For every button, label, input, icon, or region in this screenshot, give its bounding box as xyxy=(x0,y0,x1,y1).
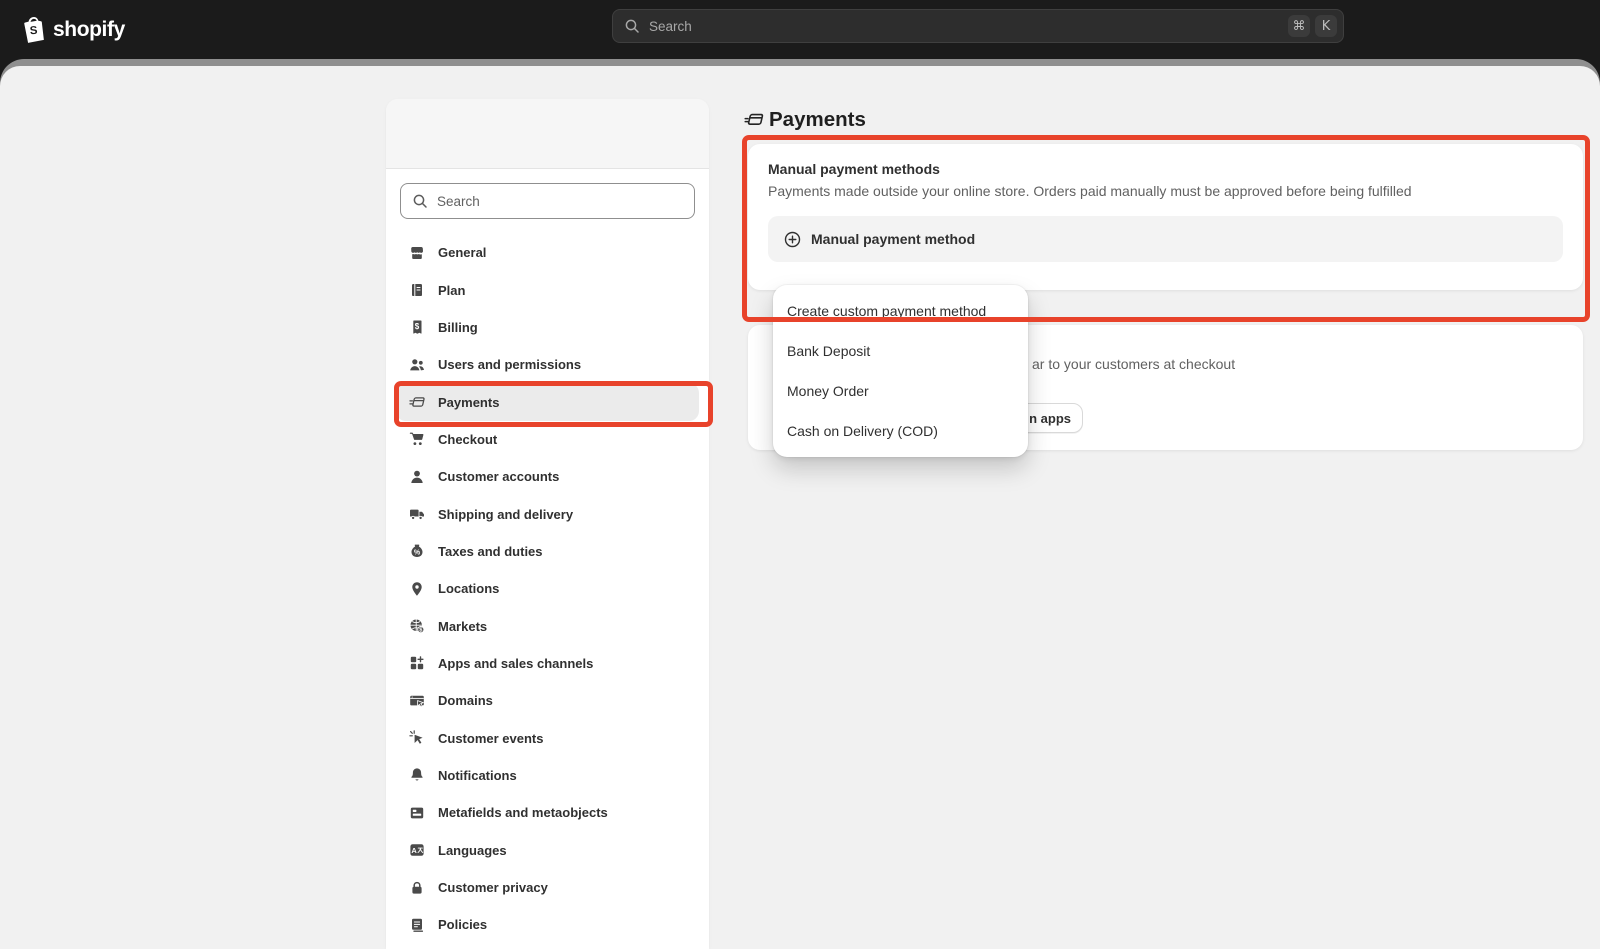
settings-nav: General Plan $ Billing Users and permissions… xyxy=(386,234,709,944)
sidebar-item-notifications[interactable]: Notifications xyxy=(396,757,699,794)
shopify-bag-icon: S xyxy=(22,16,46,43)
manual-payment-methods-description: Payments made outside your online store.… xyxy=(768,183,1563,199)
k-key-badge: K xyxy=(1315,15,1337,37)
sidebar-item-label: Markets xyxy=(438,619,487,634)
sidebar-item-label: Customer events xyxy=(438,731,543,746)
svg-text:%: % xyxy=(414,550,421,557)
manual-payment-method-button[interactable]: Manual payment method xyxy=(768,216,1563,262)
manual-payment-methods-card: Manual payment methods Payments made out… xyxy=(748,144,1583,290)
sidebar-search-input[interactable]: Search xyxy=(400,183,695,219)
sidebar-item-label: Payments xyxy=(438,395,499,410)
cursor-spark-icon xyxy=(409,730,425,746)
global-search-placeholder: Search xyxy=(649,19,692,34)
sidebar-header xyxy=(386,99,709,169)
sidebar-item-payments[interactable]: Payments xyxy=(396,383,699,420)
truck-icon xyxy=(409,506,425,522)
policies-icon xyxy=(409,917,425,933)
sidebar-item-label: Customer accounts xyxy=(438,469,559,484)
metafields-icon xyxy=(409,805,425,821)
search-icon xyxy=(412,193,428,209)
search-icon xyxy=(624,18,640,34)
sidebar-item-label: General xyxy=(438,245,486,260)
sidebar-search-placeholder: Search xyxy=(437,194,480,209)
lock-icon xyxy=(409,880,425,896)
sidebar-item-label: Billing xyxy=(438,320,478,335)
page-title-row: Payments xyxy=(744,108,866,132)
sidebar-item-customer-events[interactable]: Customer events xyxy=(396,719,699,756)
dropdown-item-cash-on-delivery-cod[interactable]: Cash on Delivery (COD) xyxy=(773,411,1028,451)
store-icon xyxy=(409,245,425,261)
plan-icon xyxy=(409,282,425,298)
sidebar-item-label: Customer privacy xyxy=(438,880,548,895)
bell-icon xyxy=(409,767,425,783)
svg-text:S: S xyxy=(29,25,38,38)
svg-text:A: A xyxy=(411,846,417,855)
apps-icon xyxy=(409,655,425,671)
sidebar-item-label: Domains xyxy=(438,693,493,708)
sidebar-item-languages[interactable]: A Languages xyxy=(396,832,699,869)
sidebar-item-label: Taxes and duties xyxy=(438,544,543,559)
sidebar-item-customer-accounts[interactable]: Customer accounts xyxy=(396,458,699,495)
taxes-icon: % xyxy=(409,543,425,559)
sidebar-item-label: Languages xyxy=(438,843,507,858)
sidebar-item-label: Notifications xyxy=(438,768,517,783)
sidebar-item-checkout[interactable]: Checkout xyxy=(396,421,699,458)
global-search-input[interactable]: Search ⌘ K xyxy=(612,9,1344,43)
shortcut-keys: ⌘ K xyxy=(1288,15,1337,37)
billing-icon: $ xyxy=(409,319,425,335)
sidebar-item-label: Policies xyxy=(438,917,487,932)
sidebar-item-taxes-and-duties[interactable]: % Taxes and duties xyxy=(396,533,699,570)
sidebar-item-domains[interactable]: Domains xyxy=(396,682,699,719)
payments-icon xyxy=(409,394,425,410)
globe-icon: $ xyxy=(409,618,425,634)
sidebar-item-plan[interactable]: Plan xyxy=(396,271,699,308)
topbar: S shopify Search ⌘ K xyxy=(0,0,1600,59)
sidebar-item-metafields-and-metaobjects[interactable]: Metafields and metaobjects xyxy=(396,794,699,831)
sidebar-item-label: Plan xyxy=(438,283,465,298)
settings-sidebar: Search General Plan $ Billing Users and perm… xyxy=(386,99,709,949)
dropdown-item-money-order[interactable]: Money Order xyxy=(773,371,1028,411)
svg-text:$: $ xyxy=(415,322,420,331)
plus-circle-icon xyxy=(784,231,801,248)
payments-icon xyxy=(744,110,764,130)
domains-icon xyxy=(409,693,425,709)
sidebar-item-billing[interactable]: $ Billing xyxy=(396,309,699,346)
page-title: Payments xyxy=(769,108,866,132)
dropdown-item-bank-deposit[interactable]: Bank Deposit xyxy=(773,331,1028,371)
users-icon xyxy=(409,357,425,373)
sidebar-item-users-and-permissions[interactable]: Users and permissions xyxy=(396,346,699,383)
manual-payment-methods-heading: Manual payment methods xyxy=(768,161,1563,177)
languages-icon: A xyxy=(409,842,425,858)
shopify-wordmark: shopify xyxy=(53,18,125,42)
cart-icon xyxy=(409,431,425,447)
command-key-badge: ⌘ xyxy=(1288,15,1310,37)
sidebar-item-label: Apps and sales channels xyxy=(438,656,593,671)
sidebar-item-policies[interactable]: Policies xyxy=(396,906,699,943)
sidebar-item-apps-and-sales-channels[interactable]: Apps and sales channels xyxy=(396,645,699,682)
sidebar-item-customer-privacy[interactable]: Customer privacy xyxy=(396,869,699,906)
sidebar-item-general[interactable]: General xyxy=(396,234,699,271)
sidebar-item-label: Shipping and delivery xyxy=(438,507,573,522)
sidebar-item-label: Metafields and metaobjects xyxy=(438,805,608,820)
sidebar-item-label: Locations xyxy=(438,581,499,596)
sidebar-item-shipping-and-delivery[interactable]: Shipping and delivery xyxy=(396,495,699,532)
sidebar-item-label: Checkout xyxy=(438,432,497,447)
location-pin-icon xyxy=(409,581,425,597)
sidebar-item-locations[interactable]: Locations xyxy=(396,570,699,607)
sidebar-item-markets[interactable]: $ Markets xyxy=(396,607,699,644)
sidebar-item-label: Users and permissions xyxy=(438,357,581,372)
dropdown-item-create-custom-payment-method[interactable]: Create custom payment method xyxy=(773,291,1028,331)
manual-payment-method-button-label: Manual payment method xyxy=(811,231,975,247)
svg-text:$: $ xyxy=(419,628,422,634)
shopify-logo: S shopify xyxy=(22,0,125,59)
supported-card-description-fragment: ar to your customers at checkout xyxy=(1032,356,1235,372)
manual-payment-method-dropdown: Create custom payment methodBank Deposit… xyxy=(773,285,1028,457)
person-icon xyxy=(409,469,425,485)
